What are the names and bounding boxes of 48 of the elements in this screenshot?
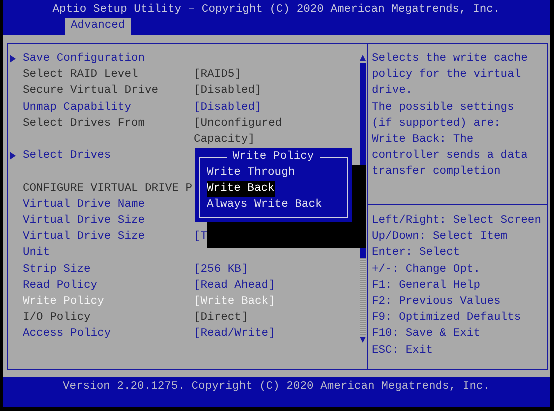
setting-label: Select Drives From [23, 116, 146, 132]
popup-option[interactable]: Write Through [207, 165, 296, 182]
setting-value: [Direct] [194, 310, 248, 326]
setting-value[interactable]: [Read Ahead] [194, 278, 276, 294]
key-hint: Left/Right: Select Screen [372, 214, 542, 229]
help-text: (if supported) are: [372, 116, 502, 132]
setting-label: Select RAID Level [23, 68, 140, 84]
submenu-arrow-icon [10, 55, 16, 64]
setting-label[interactable]: Virtual Drive Size Unit [23, 229, 168, 262]
help-text: The possible settings [372, 100, 516, 116]
popup-option[interactable]: Always Write Back [207, 197, 322, 214]
key-hint: ESC: Exit [372, 344, 434, 359]
key-hint: F10: Save & Exit [372, 326, 482, 342]
help-text: drive. [372, 84, 414, 100]
setting-label[interactable]: Virtual Drive Size [23, 213, 168, 230]
help-text: transfer completion [372, 164, 502, 180]
key-hint: F9: Optimized Defaults [372, 310, 522, 326]
setting-value: [Disabled] [194, 84, 262, 100]
setting-label[interactable]: Unmap Capability [23, 100, 168, 116]
window-title: Aptio Setup Utility – Copyright (C) 2020 American Megatrends, Inc. [52, 2, 500, 18]
key-hint: F1: General Help [372, 278, 482, 294]
tab[interactable]: Advanced [65, 18, 132, 35]
help-text: controller sends a data [372, 148, 529, 164]
footer-text: Version 2.20.1275. Copyright (C) 2020 American Megatrends, Inc. [62, 380, 490, 395]
help-text: policy for the virtual [372, 68, 522, 84]
key-hint: Enter: Select [372, 246, 462, 262]
setting-value: [Unconfigured Capacity] [194, 116, 284, 148]
submenu-arrow-icon [10, 152, 16, 160]
help-text: Write Back: The [372, 132, 475, 148]
setting-label[interactable]: Read Policy [23, 278, 168, 294]
key-hint: F2: Previous Values [372, 294, 502, 310]
setting-value[interactable]: [Disabled] [194, 100, 262, 116]
setting-value: [RAID5] [194, 68, 242, 84]
key-hint: Up/Down: Select Item [372, 230, 509, 246]
section-heading: CONFIGURE VIRTUAL DRIVE P [23, 182, 192, 197]
popup-option[interactable]: Write Back [207, 181, 275, 198]
setting-value[interactable]: [Read/Write] [194, 326, 276, 343]
setting-label[interactable]: Strip Size [23, 262, 168, 278]
setting-label[interactable]: Virtual Drive Name [23, 196, 168, 214]
setting-label: I/O Policy [23, 310, 92, 326]
key-hint: +/-: Change Opt. [372, 262, 482, 278]
setting-label[interactable]: Access Policy [23, 326, 168, 343]
submenu-link[interactable]: Save Configuration [23, 51, 168, 68]
setting-value[interactable]: [T [194, 229, 208, 246]
setting-label: Secure Virtual Drive [23, 84, 160, 100]
submenu-link[interactable]: Select Drives [23, 148, 168, 164]
help-text: Selects the write cache [372, 52, 529, 67]
setting-value[interactable]: [256 KB] [194, 262, 248, 278]
